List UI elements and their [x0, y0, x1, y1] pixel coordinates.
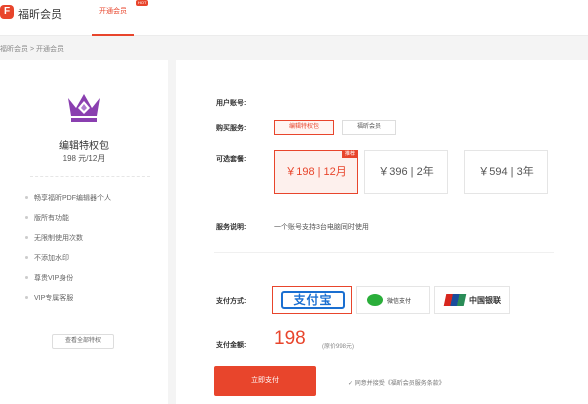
- pay-option-alipay[interactable]: 支付宝: [272, 286, 352, 314]
- plan-price: ￥198 | 12月: [285, 166, 347, 178]
- divider: [30, 176, 150, 177]
- plan-label: 可选套餐:: [216, 156, 247, 163]
- feature-item: 版所有功能: [25, 213, 111, 223]
- feature-item: 尊贵VIP身份: [25, 273, 111, 283]
- plan-price: ￥396 | 2年: [378, 166, 434, 178]
- payment-label: 支付方式:: [216, 298, 247, 305]
- unionpay-label: 中国银联: [469, 296, 501, 305]
- feature-item: VIP专属客服: [25, 293, 111, 303]
- pay-now-button[interactable]: 立即支付: [214, 366, 316, 396]
- alipay-logo: 支付宝: [281, 291, 345, 309]
- plan-option-3-years[interactable]: ￥594 | 3年: [464, 150, 548, 194]
- logo-icon: F: [0, 5, 14, 19]
- wechat-icon: [367, 294, 383, 306]
- recommend-badge: 推荐: [341, 150, 358, 158]
- package-title: 编辑特权包: [59, 141, 109, 152]
- brand-name: 福昕会员: [18, 9, 62, 21]
- plan-price: ￥594 | 3年: [478, 166, 534, 178]
- plan-option-12-months[interactable]: ￥198 | 12月 推荐: [274, 150, 358, 194]
- wechat-label: 微信支付: [387, 299, 412, 305]
- feature-item: 无限制使用次数: [25, 233, 111, 243]
- pay-option-unionpay[interactable]: 中国银联: [434, 286, 510, 314]
- package-panel: 编辑特权包 198 元/12月 畅享福昕PDF编辑器个人 版所有功能 无限制使用…: [0, 60, 168, 404]
- service-option-edit-pack[interactable]: 编辑特权包: [274, 120, 334, 135]
- divider: [214, 252, 554, 253]
- feature-item: 畅享福昕PDF编辑器个人: [25, 195, 111, 202]
- service-label: 购买服务:: [216, 125, 247, 132]
- hot-badge: HOT: [136, 0, 149, 6]
- breadcrumb[interactable]: 福昕会员 > 开通会员: [0, 44, 64, 54]
- original-price: (原价998元): [322, 344, 355, 350]
- unionpay-icon: [443, 294, 467, 306]
- pay-option-wechat[interactable]: 微信支付: [356, 286, 430, 314]
- feature-list: 畅享福昕PDF编辑器个人 版所有功能 无限制使用次数 不添加水印 尊贵VIP身份…: [25, 193, 111, 313]
- tab-open-membership[interactable]: 开通会员: [92, 0, 134, 36]
- amount-label: 支付金额:: [216, 342, 247, 349]
- package-price: 198 元/12月: [62, 154, 106, 163]
- crown-icon: [68, 94, 100, 122]
- plan-option-2-years[interactable]: ￥396 | 2年: [364, 150, 448, 194]
- view-all-privileges-button[interactable]: 查看全部特权: [52, 334, 114, 349]
- account-label: 用户账号:: [216, 100, 247, 107]
- description-label: 服务说明:: [216, 224, 247, 231]
- purchase-form: 用户账号: 购买服务: 编辑特权包 福昕会员 可选套餐: ￥198 | 12月 …: [176, 60, 588, 404]
- top-bar: F 福昕会员 开通会员 HOT: [0, 0, 588, 36]
- service-option-membership[interactable]: 福昕会员: [342, 120, 396, 135]
- description-text: 一个账号支持3台电脑同时使用: [274, 224, 369, 231]
- pay-amount: 198: [274, 328, 306, 349]
- agreement-checkbox[interactable]: ✓ 同意并接受《福昕会员服务条款》: [348, 378, 445, 387]
- feature-item: 不添加水印: [25, 253, 111, 263]
